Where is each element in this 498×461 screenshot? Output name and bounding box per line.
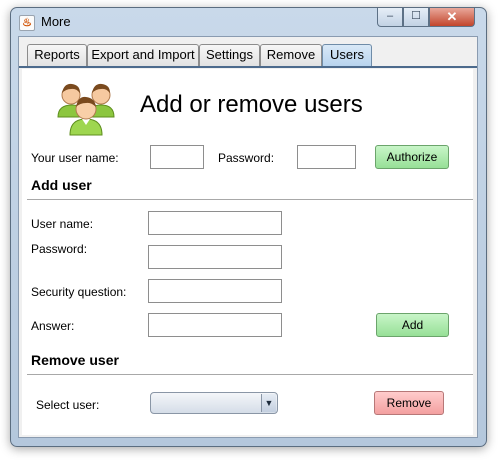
answer-input[interactable]	[148, 313, 282, 337]
select-user-dropdown[interactable]: ▼	[150, 392, 278, 414]
security-question-label: Security question:	[31, 285, 127, 299]
tab-export-and-import[interactable]: Export and Import	[87, 44, 199, 66]
remove-user-heading: Remove user	[31, 352, 119, 368]
chevron-down-icon[interactable]: ▼	[261, 394, 276, 412]
security-question-input[interactable]	[148, 279, 282, 303]
remove-user-divider	[27, 374, 473, 375]
window-content: Reports Export and Import Settings Remov…	[18, 36, 478, 438]
answer-label: Answer:	[31, 319, 75, 333]
title-bar[interactable]: ♨ More ‒ ☐ ✕	[11, 8, 486, 36]
window-title: More	[41, 14, 71, 29]
tab-settings[interactable]: Settings	[199, 44, 260, 66]
tab-users[interactable]: Users	[322, 44, 372, 66]
add-user-heading: Add user	[31, 177, 92, 193]
users-group-icon	[57, 83, 115, 136]
user-name-label: User name:	[31, 217, 94, 231]
authorize-button[interactable]: Authorize	[375, 145, 449, 169]
close-button[interactable]: ✕	[429, 8, 475, 27]
auth-password-input[interactable]	[297, 145, 356, 169]
users-panel: Add or remove users Your user name: Pass…	[22, 69, 473, 435]
remove-button[interactable]: Remove	[374, 391, 444, 415]
password-label: Password:	[31, 242, 88, 256]
tab-remove[interactable]: Remove	[260, 44, 322, 66]
tab-underline	[19, 66, 477, 68]
more-window: ♨ More ‒ ☐ ✕ Reports Export and Import S…	[10, 7, 487, 447]
java-cup-icon: ♨	[19, 15, 35, 31]
password-input[interactable]	[148, 245, 282, 269]
select-user-label: Select user:	[36, 398, 100, 412]
your-user-name-label: Your user name:	[31, 151, 119, 165]
auth-password-label: Password:	[218, 151, 275, 165]
maximize-button[interactable]: ☐	[403, 8, 429, 27]
your-user-name-input[interactable]	[150, 145, 204, 169]
minimize-button[interactable]: ‒	[377, 8, 403, 27]
user-name-input[interactable]	[148, 211, 282, 235]
add-user-divider	[27, 199, 473, 200]
tab-reports[interactable]: Reports	[27, 44, 87, 66]
panel-title: Add or remove users	[140, 91, 363, 118]
add-button[interactable]: Add	[376, 313, 449, 337]
